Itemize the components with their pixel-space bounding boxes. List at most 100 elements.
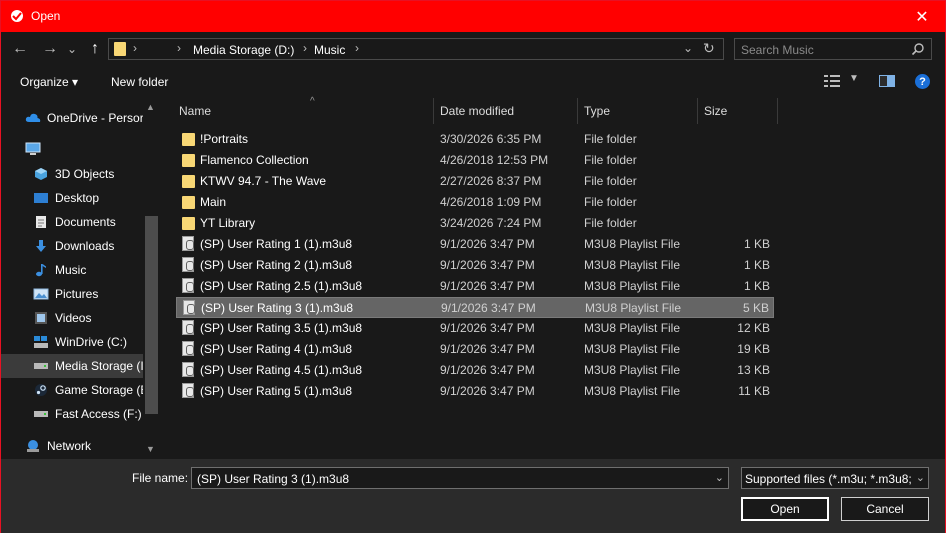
title-bar[interactable]: Open ✕ (1, 1, 945, 32)
file-row[interactable]: (SP) User Rating 2.5 (1).m3u8 9/1/2026 3:… (176, 276, 774, 297)
sidebar-item-label: Game Storage (E (55, 383, 143, 397)
file-date-modified: 3/24/2026 7:24 PM (440, 216, 542, 230)
file-size: 5 KB (742, 301, 769, 315)
sidebar-item-label: Fast Access (F:) (55, 407, 142, 421)
file-type: File folder (584, 195, 637, 209)
sidebar-item-network[interactable]: Network (21, 434, 160, 458)
file-type: File folder (584, 153, 637, 167)
sidebar-item-videos[interactable]: Videos (29, 306, 160, 330)
sidebar-item-desktop[interactable]: Desktop (29, 186, 160, 210)
file-row[interactable]: Flamenco Collection 4/26/2018 12:53 PM Fil… (176, 150, 774, 171)
column-header-type[interactable]: Type (578, 98, 698, 124)
sidebar-item-pictures[interactable]: Pictures (29, 282, 160, 306)
file-row[interactable]: (SP) User Rating 3 (1).m3u8 9/1/2026 3:47… (176, 297, 774, 318)
sort-ascending-icon: ^ (310, 96, 315, 107)
chevron-down-icon[interactable]: ⌄ (913, 471, 925, 484)
file-row[interactable]: KTWV 94.7 - The Wave 2/27/2026 8:37 PM Fil… (176, 171, 774, 192)
file-size: 13 KB (737, 363, 770, 377)
sidebar-item-this-pc[interactable] (21, 137, 160, 161)
onedrive-icon (25, 110, 41, 126)
navigation-pane: OneDrive - Persor 3D Objects Desktop Doc… (1, 98, 160, 459)
scroll-up-icon[interactable]: ▲ (146, 102, 155, 112)
refresh-icon[interactable]: ↻ (703, 40, 715, 57)
sidebar-item-media-storage[interactable]: Media Storage (I (1, 354, 143, 378)
file-name: (SP) User Rating 2.5 (1).m3u8 (200, 279, 363, 293)
playlist-file-icon (182, 320, 194, 335)
file-name-input[interactable]: (SP) User Rating 3 (1).m3u8 ⌄ (191, 467, 729, 489)
sidebar-item-game-storage[interactable]: Game Storage (E (29, 378, 160, 402)
file-type: M3U8 Playlist File (584, 279, 681, 293)
file-type: M3U8 Playlist File (584, 342, 681, 356)
file-type: File folder (584, 174, 637, 188)
preview-pane-icon[interactable] (879, 75, 895, 87)
close-button[interactable]: ✕ (899, 1, 945, 32)
file-row[interactable]: (SP) User Rating 4 (1).m3u8 9/1/2026 3:47… (176, 339, 774, 360)
file-row[interactable]: (SP) User Rating 1 (1).m3u8 9/1/2026 3:47… (176, 234, 774, 255)
file-row[interactable]: (SP) User Rating 2 (1).m3u8 9/1/2026 3:47… (176, 255, 774, 276)
breadcrumb-separator[interactable]: › (133, 41, 137, 55)
sidebar-item-onedrive[interactable]: OneDrive - Persor (21, 106, 160, 130)
sidebar-item-label: OneDrive - Persor (47, 111, 143, 125)
column-header-size[interactable]: Size (698, 98, 778, 124)
file-date-modified: 9/1/2026 3:47 PM (440, 279, 535, 293)
search-input[interactable]: Search Music (734, 38, 932, 60)
new-folder-button[interactable]: New folder (111, 75, 168, 89)
open-button[interactable]: Open (741, 497, 829, 521)
scrollbar-thumb[interactable] (145, 216, 158, 414)
sidebar-item-fast-access[interactable]: Fast Access (F:) (29, 402, 160, 426)
sidebar-item-music[interactable]: Music (29, 258, 160, 282)
playlist-file-icon (182, 383, 194, 398)
view-options-icon[interactable] (824, 74, 840, 88)
sidebar-item-windrive[interactable]: WinDrive (C:) (29, 330, 160, 354)
help-icon[interactable]: ? (915, 74, 930, 89)
sidebar-item-3d-objects[interactable]: 3D Objects (29, 162, 160, 186)
chevron-down-icon[interactable]: ⌄ (715, 471, 724, 484)
breadcrumb-music[interactable]: Music (314, 43, 345, 57)
open-dialog: Open ✕ ← → ⌄ ↑ › › Media Storage (D:) › … (0, 0, 946, 533)
dialog-footer: File name: (SP) User Rating 3 (1).m3u8 ⌄… (1, 459, 945, 533)
file-row[interactable]: Main 4/26/2018 1:09 PM File folder (176, 192, 774, 213)
this-pc-icon (25, 141, 41, 157)
recent-locations-button[interactable]: ⌄ (64, 38, 80, 60)
file-date-modified: 9/1/2026 3:47 PM (440, 384, 535, 398)
sidebar-scrollbar[interactable]: ▲ ▼ (143, 98, 160, 459)
back-button[interactable]: ← (9, 38, 31, 60)
forward-button[interactable]: → (39, 38, 61, 60)
view-dropdown-icon[interactable]: ▼ (849, 73, 859, 84)
file-type-select[interactable]: Supported files (*.m3u; *.m3u8; ⌄ (741, 467, 929, 489)
file-name: (SP) User Rating 1 (1).m3u8 (200, 237, 353, 251)
breadcrumb-separator[interactable]: › (177, 41, 181, 55)
file-name: Main (200, 195, 227, 209)
sidebar-item-downloads[interactable]: Downloads (29, 234, 160, 258)
cancel-button[interactable]: Cancel (841, 497, 929, 521)
file-name-value: (SP) User Rating 3 (1).m3u8 (197, 472, 350, 486)
up-button[interactable]: ↑ (84, 38, 106, 60)
window-title: Open (31, 9, 61, 23)
column-header-name[interactable]: Name ^ (173, 96, 434, 124)
sidebar-item-documents[interactable]: Documents (29, 210, 160, 234)
sidebar-item-label: Media Storage (I (55, 359, 143, 373)
command-bar: Organize ▾ New folder ▼ ? (1, 65, 945, 98)
breadcrumb-separator[interactable]: › (303, 41, 307, 55)
file-row[interactable]: (SP) User Rating 3.5 (1).m3u8 9/1/2026 3:… (176, 318, 774, 339)
file-date-modified: 4/26/2018 12:53 PM (440, 153, 549, 167)
file-row[interactable]: (SP) User Rating 4.5 (1).m3u8 9/1/2026 3:… (176, 360, 774, 381)
file-row[interactable]: !Portraits 3/30/2026 6:35 PM File folder (176, 129, 774, 150)
breadcrumb-separator[interactable]: › (355, 41, 359, 55)
file-row[interactable]: YT Library 3/24/2026 7:24 PM File folder (176, 213, 774, 234)
organize-button[interactable]: Organize ▾ (20, 75, 78, 89)
file-row[interactable]: (SP) User Rating 5 (1).m3u8 9/1/2026 3:47… (176, 381, 774, 402)
file-date-modified: 9/1/2026 3:47 PM (440, 237, 535, 251)
file-date-modified: 9/1/2026 3:47 PM (441, 301, 536, 315)
sidebar-item-label: Network (47, 439, 92, 453)
column-header-date[interactable]: Date modified (434, 98, 578, 124)
playlist-file-icon (182, 341, 194, 356)
chevron-down-icon: ⌄ (66, 42, 78, 56)
folder-icon (182, 217, 195, 230)
file-type: File folder (584, 132, 637, 146)
address-dropdown-icon[interactable]: ⌄ (683, 41, 693, 55)
scroll-down-icon[interactable]: ▼ (146, 444, 155, 454)
file-date-modified: 9/1/2026 3:47 PM (440, 342, 535, 356)
address-bar[interactable]: › › Media Storage (D:) › Music › ⌄ ↻ (108, 38, 724, 60)
breadcrumb-media-storage[interactable]: Media Storage (D:) (193, 43, 294, 57)
